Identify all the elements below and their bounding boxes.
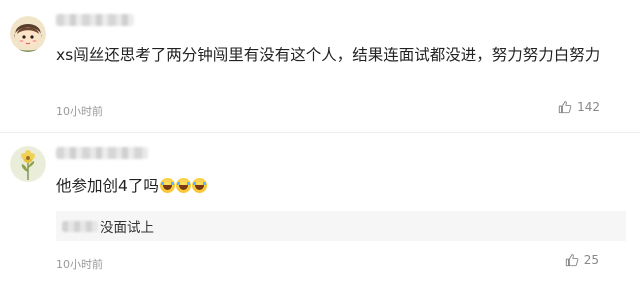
reply-username-blurred	[62, 220, 98, 232]
comment-timestamp: 10小时前	[56, 258, 103, 271]
thumbs-up-icon	[565, 254, 579, 267]
reply-text: 没面试上	[100, 220, 154, 236]
user-avatar[interactable]	[10, 16, 46, 52]
comment-text: xs闯丝还思考了两分钟闯里有没有这个人，结果连面试都没进，努力努力白努力	[56, 46, 601, 64]
like-button[interactable]: 25	[565, 253, 599, 267]
thumbs-up-icon	[558, 101, 572, 114]
comment-item: xs闯丝还思考了两分钟闯里有没有这个人，结果连面试都没进，努力努力白努力 10小…	[0, 0, 640, 132]
like-button[interactable]: 142	[558, 100, 600, 114]
reply-preview[interactable]: 没面试上	[56, 211, 626, 241]
user-avatar[interactable]	[10, 146, 46, 182]
laughing-tears-emoji-icon	[175, 178, 191, 193]
flower-sketch-avatar-icon	[10, 146, 46, 182]
username-blurred[interactable]	[56, 147, 148, 159]
like-count: 25	[583, 253, 599, 267]
comment-text: 他参加创4了吗	[56, 177, 159, 195]
cartoon-girl-avatar-icon	[10, 16, 46, 52]
comment-item: 他参加创4了吗 没面试上 10小时前 25	[0, 132, 640, 285]
laughing-tears-emoji-icon	[159, 178, 175, 193]
comment-text-row: 他参加创4了吗	[56, 175, 456, 198]
comment-timestamp: 10小时前	[56, 105, 103, 118]
laughing-tears-emoji-icon	[191, 178, 207, 193]
username-blurred[interactable]	[56, 14, 134, 26]
like-count: 142	[577, 100, 600, 114]
